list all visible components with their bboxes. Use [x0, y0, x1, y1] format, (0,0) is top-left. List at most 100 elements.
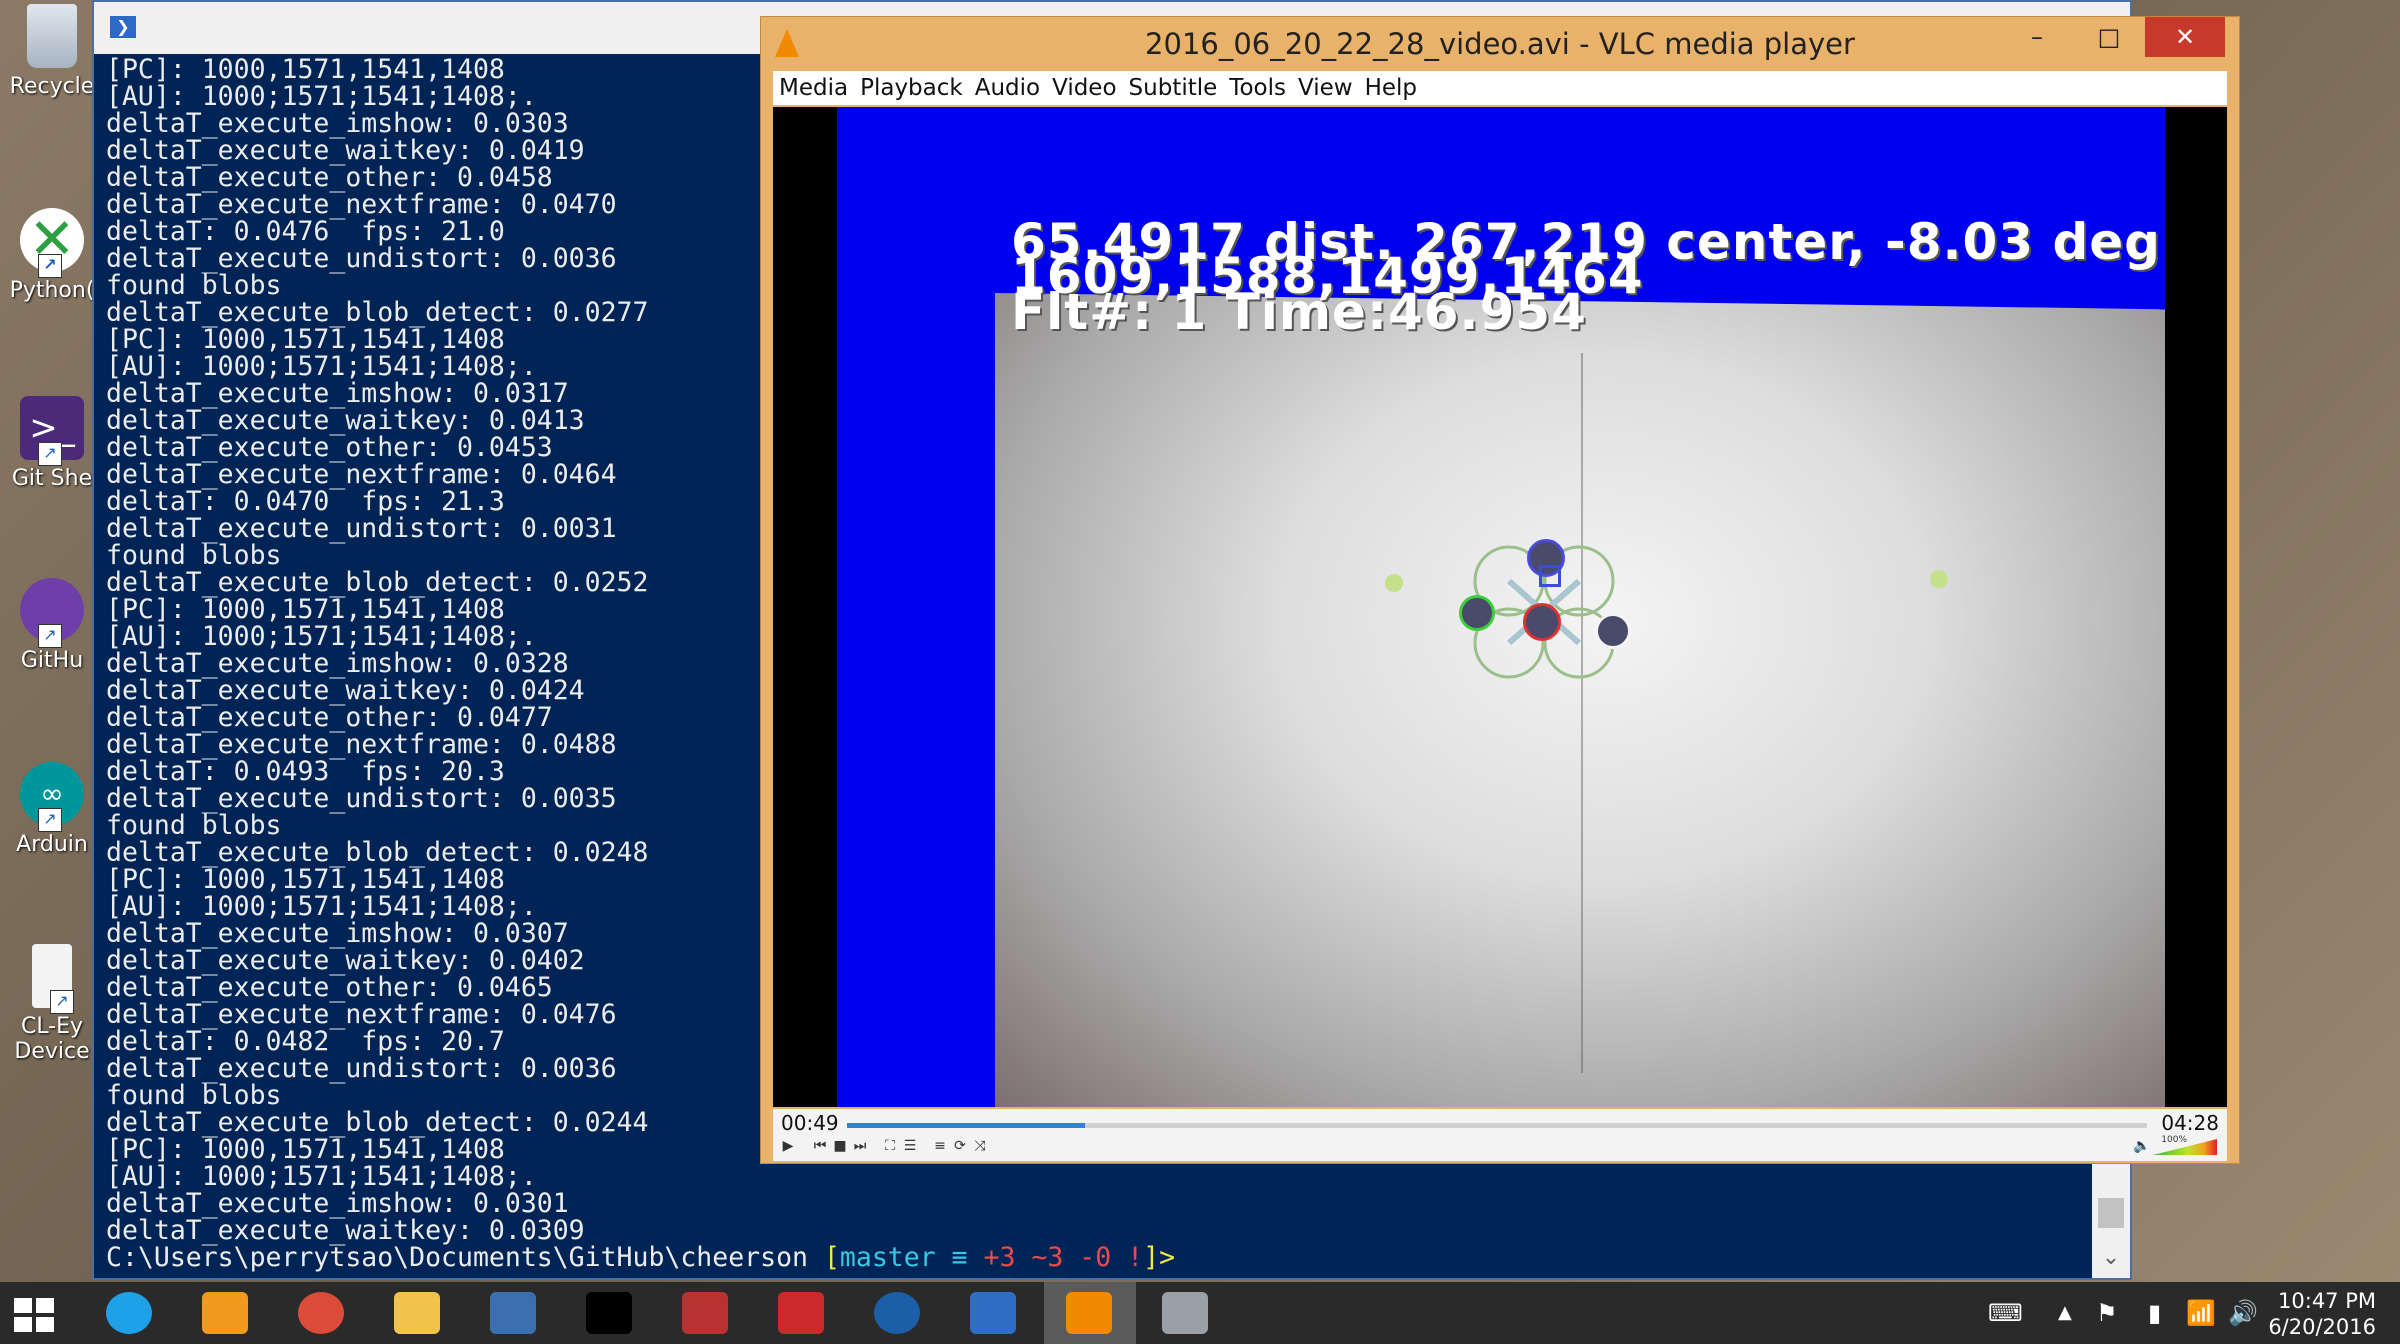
desktop-icon-label: Python( [9, 278, 95, 303]
menu-subtitle[interactable]: Subtitle [1123, 71, 1224, 105]
battery-icon[interactable]: ▮ [2148, 1282, 2161, 1344]
seek-progress [847, 1123, 1085, 1128]
recycle-bin-icon [27, 4, 77, 68]
camera-view [995, 293, 2165, 1107]
action-center-flag-icon[interactable]: ⚑ [2096, 1282, 2118, 1344]
fullscreen-icon[interactable]: ⛶ [881, 1137, 899, 1155]
internet-explorer-icon [106, 1292, 152, 1334]
speaker-icon[interactable]: 🔈 [2133, 1137, 2151, 1155]
shortcut-arrow-icon: ↗ [38, 624, 62, 648]
prompt-branch: master ≡ [839, 1242, 984, 1273]
desktop-icon-arduino[interactable]: ∞ ↗ Arduin [8, 762, 96, 857]
minimize-button[interactable]: – [2007, 17, 2067, 57]
clock-date: 6/20/2016 [2268, 1315, 2376, 1339]
taskbar-greenshot[interactable] [180, 1282, 272, 1344]
vlc-menubar: Media Playback Audio Video Subtitle Tools View… [773, 71, 2227, 105]
prompt-close: ]> [1143, 1242, 1176, 1273]
quadcopter-drawing [1385, 545, 1948, 679]
desktop-icon-label: GitHu [20, 648, 84, 673]
keyboard-icon[interactable]: ⌨ [1988, 1282, 2023, 1344]
start-button[interactable] [0, 1282, 64, 1344]
command-prompt-icon [586, 1292, 632, 1334]
powershell-icon: ❯ [110, 16, 136, 38]
loop-icon[interactable]: ⟳ [951, 1137, 969, 1155]
taskbar: ⌨ ▲ ⚑ ▮ 📶 🔊 10:47 PM 6/20/2016 [0, 1282, 2400, 1344]
taskbar-command-prompt[interactable] [564, 1282, 656, 1344]
blob-marker-red [1523, 603, 1561, 641]
git-shell-icon: >_ ↗ [20, 396, 84, 466]
shortcut-arrow-icon: ↗ [38, 254, 62, 278]
desktop-icon-label: Recycle [9, 74, 95, 99]
playback-controls: 00:49 04:28 ▶ ⏮ ■ ⏭ ⛶ ☰ ≡ ⟳ ⤨ 🔈 100% [773, 1109, 2227, 1161]
desktop-icon-cl-eye[interactable]: ↗ CL-Ey Device [8, 944, 96, 1064]
menu-audio[interactable]: Audio [969, 71, 1046, 105]
show-hidden-icons-icon[interactable]: ▲ [2058, 1282, 2072, 1344]
taskbar-vlc[interactable] [1044, 1282, 1136, 1344]
shortcut-arrow-icon: ↗ [50, 990, 74, 1014]
extended-settings-icon[interactable]: ☰ [901, 1137, 919, 1155]
console-line: deltaT_execute_waitkey: 0.0309 [106, 1215, 585, 1246]
maximize-button[interactable]: □ [2079, 17, 2139, 57]
menu-help[interactable]: Help [1359, 71, 1423, 105]
elapsed-time: 00:49 [781, 1111, 839, 1135]
prompt-modified: ~3 [1031, 1242, 1080, 1273]
taskbar-network-app[interactable] [660, 1282, 752, 1344]
previous-icon[interactable]: ⏮ [811, 1137, 829, 1155]
blob-marker-green [1459, 595, 1495, 631]
menu-media[interactable]: Media [773, 71, 854, 105]
vlc-icon [1066, 1292, 1112, 1334]
taskbar-altium[interactable] [756, 1282, 848, 1344]
stop-icon[interactable]: ■ [831, 1137, 849, 1155]
greenshot-icon [202, 1292, 248, 1334]
console-prompt[interactable]: C:\Users\perrytsao\Documents\GitHub\chee… [106, 1244, 1175, 1272]
volume-label: 100% [2161, 1135, 2187, 1145]
desktop-icon-label: CL-Ey [20, 1014, 84, 1039]
taskbar-internet-explorer[interactable] [84, 1282, 176, 1344]
seek-bar[interactable] [847, 1123, 2147, 1128]
altium-icon [778, 1292, 824, 1334]
vlc-window[interactable]: 2016_06_20_22_28_video.avi - VLC media p… [760, 16, 2240, 1164]
sourcetree-icon [874, 1292, 920, 1334]
scroll-down-arrow-icon[interactable]: ⌄ [2092, 1245, 2130, 1270]
scrollbar-thumb[interactable] [2098, 1198, 2124, 1228]
close-button[interactable]: ✕ [2145, 17, 2225, 57]
menu-view[interactable]: View [1292, 71, 1359, 105]
desktop-icon-git-shell[interactable]: >_ ↗ Git She [8, 396, 96, 491]
python-idle-icon [490, 1292, 536, 1334]
blob-marker-white [1595, 613, 1631, 649]
desktop-icon-label-line2: Device [14, 1039, 90, 1064]
network-app-icon [682, 1292, 728, 1334]
desktop-icon-recycle-bin[interactable]: Recycle [8, 4, 96, 99]
blob-marker-square [1539, 565, 1561, 587]
taskbar-python-idle[interactable] [468, 1282, 560, 1344]
overlay-flight-time: Flt#: 1 Time:46.954 [1011, 283, 1587, 341]
taskbar-file-explorer[interactable] [372, 1282, 464, 1344]
python-icon: ✕ ↗ [20, 208, 84, 278]
taskbar-sourcetree[interactable] [852, 1282, 944, 1344]
volume-icon[interactable]: 🔊 [2228, 1282, 2258, 1344]
file-explorer-icon [394, 1292, 440, 1334]
github-icon: ↗ [20, 578, 84, 648]
menu-video[interactable]: Video [1046, 71, 1122, 105]
play-icon[interactable]: ▶ [779, 1137, 797, 1155]
prompt-path: C:\Users\perrytsao\Documents\GitHub\chee… [106, 1242, 824, 1273]
network-signal-icon[interactable]: 📶 [2186, 1282, 2216, 1344]
playlist-icon[interactable]: ≡ [931, 1137, 949, 1155]
chrome-icon [298, 1292, 344, 1334]
video-area[interactable]: 65.4917 dist. 267,219 center, -8.03 deg … [773, 107, 2227, 1107]
system-clock[interactable]: 10:47 PM 6/20/2016 [2268, 1288, 2376, 1340]
vlc-titlebar[interactable]: 2016_06_20_22_28_video.avi - VLC media p… [761, 17, 2239, 71]
desktop-icon-python[interactable]: ✕ ↗ Python( [8, 208, 96, 304]
next-icon[interactable]: ⏭ [851, 1137, 869, 1155]
shuffle-icon[interactable]: ⤨ [971, 1137, 989, 1155]
taskbar-paint[interactable] [1140, 1282, 1232, 1344]
total-time: 04:28 [2161, 1111, 2219, 1135]
menu-playback[interactable]: Playback [854, 71, 969, 105]
windows-logo-icon [14, 1298, 54, 1332]
shortcut-arrow-icon: ↗ [38, 808, 62, 832]
taskbar-powershell[interactable] [948, 1282, 1040, 1344]
taskbar-chrome[interactable] [276, 1282, 368, 1344]
desktop-icon-github[interactable]: ↗ GitHu [8, 578, 96, 673]
menu-tools[interactable]: Tools [1223, 71, 1292, 105]
prompt-bang: ! [1127, 1242, 1144, 1273]
